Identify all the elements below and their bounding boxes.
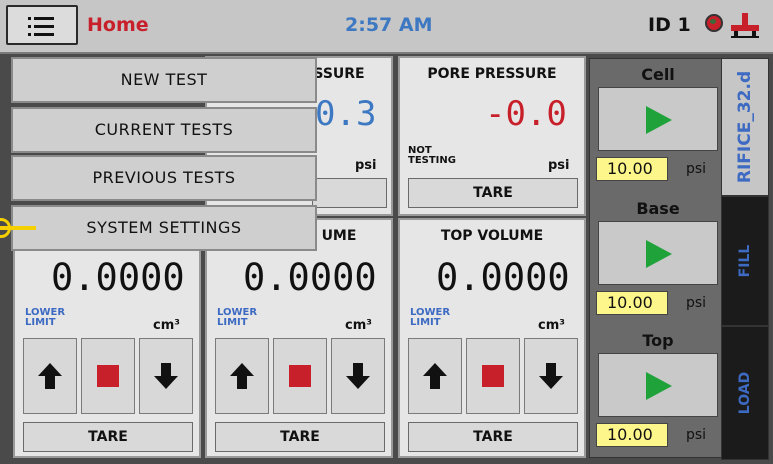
base-play-button[interactable] bbox=[598, 221, 718, 285]
pore-pressure-panel: PORE PRESSURE -0.0 NOT TESTING psi TARE bbox=[398, 56, 586, 216]
cell-volume-panel: UME 0.0000 LOWER LIMIT cm³ TARE bbox=[205, 218, 393, 458]
base-volume-panel: 0.0000 LOWER LIMIT cm³ TARE bbox=[13, 218, 201, 458]
top-volume-unit: cm³ bbox=[538, 318, 565, 333]
base-pump-title: Base bbox=[636, 199, 680, 218]
touch-indicator-line bbox=[0, 226, 36, 230]
page-title: Home bbox=[87, 14, 149, 36]
play-icon bbox=[646, 106, 672, 134]
top-volume-panel: TOP VOLUME 0.0000 LOWER LIMIT cm³ TARE bbox=[398, 218, 586, 458]
base-pressure-setpoint[interactable]: 10.00 bbox=[596, 291, 668, 315]
menu-item-previous-tests[interactable]: PREVIOUS TESTS bbox=[11, 155, 317, 201]
pore-pressure-value: -0.0 bbox=[485, 94, 567, 134]
top-setpoint-unit: psi bbox=[686, 427, 707, 443]
menu-button[interactable] bbox=[6, 5, 78, 45]
tab-fill[interactable]: FILL bbox=[721, 196, 769, 326]
base-volume-tare-button[interactable]: TARE bbox=[23, 422, 193, 452]
stop-icon bbox=[482, 365, 504, 387]
cell-volume-stop-button[interactable] bbox=[273, 338, 327, 414]
cell-volume-unit: cm³ bbox=[345, 318, 372, 333]
cell-pressure-setpoint[interactable]: 10.00 bbox=[596, 157, 668, 181]
valve-icon[interactable] bbox=[730, 12, 760, 38]
base-volume-limit: LOWER LIMIT bbox=[25, 307, 66, 328]
menu-item-current-tests[interactable]: CURRENT TESTS bbox=[11, 107, 317, 153]
cell-volume-tare-button[interactable]: TARE bbox=[215, 422, 385, 452]
base-volume-down-button[interactable] bbox=[139, 338, 193, 414]
clock: 2:57 AM bbox=[345, 14, 433, 36]
tab-orifice-label: RIFICE_32.d bbox=[735, 70, 755, 184]
cell-setpoint-unit: psi bbox=[686, 161, 707, 177]
cell-pressure-value: 0.3 bbox=[315, 94, 377, 134]
tab-load[interactable]: LOAD bbox=[721, 326, 769, 460]
pore-pressure-title: PORE PRESSURE bbox=[427, 66, 557, 82]
menu-item-system-settings[interactable]: SYSTEM SETTINGS bbox=[11, 205, 317, 251]
base-volume-stop-button[interactable] bbox=[81, 338, 135, 414]
arrow-down-icon bbox=[154, 363, 178, 389]
cell-volume-limit: LOWER LIMIT bbox=[217, 307, 258, 328]
cell-volume-value: 0.0000 bbox=[243, 256, 377, 299]
pore-pressure-status: NOT TESTING bbox=[408, 145, 456, 166]
pore-pressure-unit: psi bbox=[548, 158, 570, 173]
top-volume-limit: LOWER LIMIT bbox=[410, 307, 451, 328]
top-volume-up-button[interactable] bbox=[408, 338, 462, 414]
stop-icon bbox=[289, 365, 311, 387]
cell-pressure-unit: psi bbox=[355, 158, 377, 173]
play-icon bbox=[646, 372, 672, 400]
pore-pressure-tare-button[interactable]: TARE bbox=[408, 178, 578, 208]
base-volume-value: 0.0000 bbox=[51, 256, 185, 299]
stop-icon bbox=[97, 365, 119, 387]
arrow-down-icon bbox=[346, 363, 370, 389]
cell-volume-down-button[interactable] bbox=[331, 338, 385, 414]
top-volume-stop-button[interactable] bbox=[466, 338, 520, 414]
menu-item-new-test[interactable]: NEW TEST bbox=[11, 57, 317, 103]
tab-load-label: LOAD bbox=[737, 371, 753, 415]
arrow-up-icon bbox=[38, 363, 62, 389]
device-id: ID 1 bbox=[648, 14, 691, 36]
cell-pump-title: Cell bbox=[641, 65, 675, 84]
cell-pressure-tare-button[interactable] bbox=[312, 178, 387, 208]
top-volume-down-button[interactable] bbox=[524, 338, 578, 414]
cell-volume-up-button[interactable] bbox=[215, 338, 269, 414]
base-volume-unit: cm³ bbox=[153, 318, 180, 333]
arrow-up-icon bbox=[230, 363, 254, 389]
header-bar: Home 2:57 AM ID 1 bbox=[0, 0, 773, 54]
pump-control-panel: Cell 10.00 psi Base 10.00 psi Top 10.00 … bbox=[589, 58, 769, 460]
globe-icon[interactable] bbox=[705, 14, 723, 32]
top-volume-tare-button[interactable]: TARE bbox=[408, 422, 578, 452]
top-pump-title: Top bbox=[642, 331, 674, 350]
base-volume-up-button[interactable] bbox=[23, 338, 77, 414]
base-setpoint-unit: psi bbox=[686, 295, 707, 311]
top-volume-title: TOP VOLUME bbox=[440, 228, 544, 244]
play-icon bbox=[646, 240, 672, 268]
top-play-button[interactable] bbox=[598, 353, 718, 417]
cell-play-button[interactable] bbox=[598, 87, 718, 151]
top-pressure-setpoint[interactable]: 10.00 bbox=[596, 423, 668, 447]
arrow-down-icon bbox=[539, 363, 563, 389]
top-volume-value: 0.0000 bbox=[436, 256, 570, 299]
tab-orifice[interactable]: RIFICE_32.d bbox=[721, 58, 769, 196]
tab-fill-label: FILL bbox=[737, 244, 753, 278]
arrow-up-icon bbox=[423, 363, 447, 389]
